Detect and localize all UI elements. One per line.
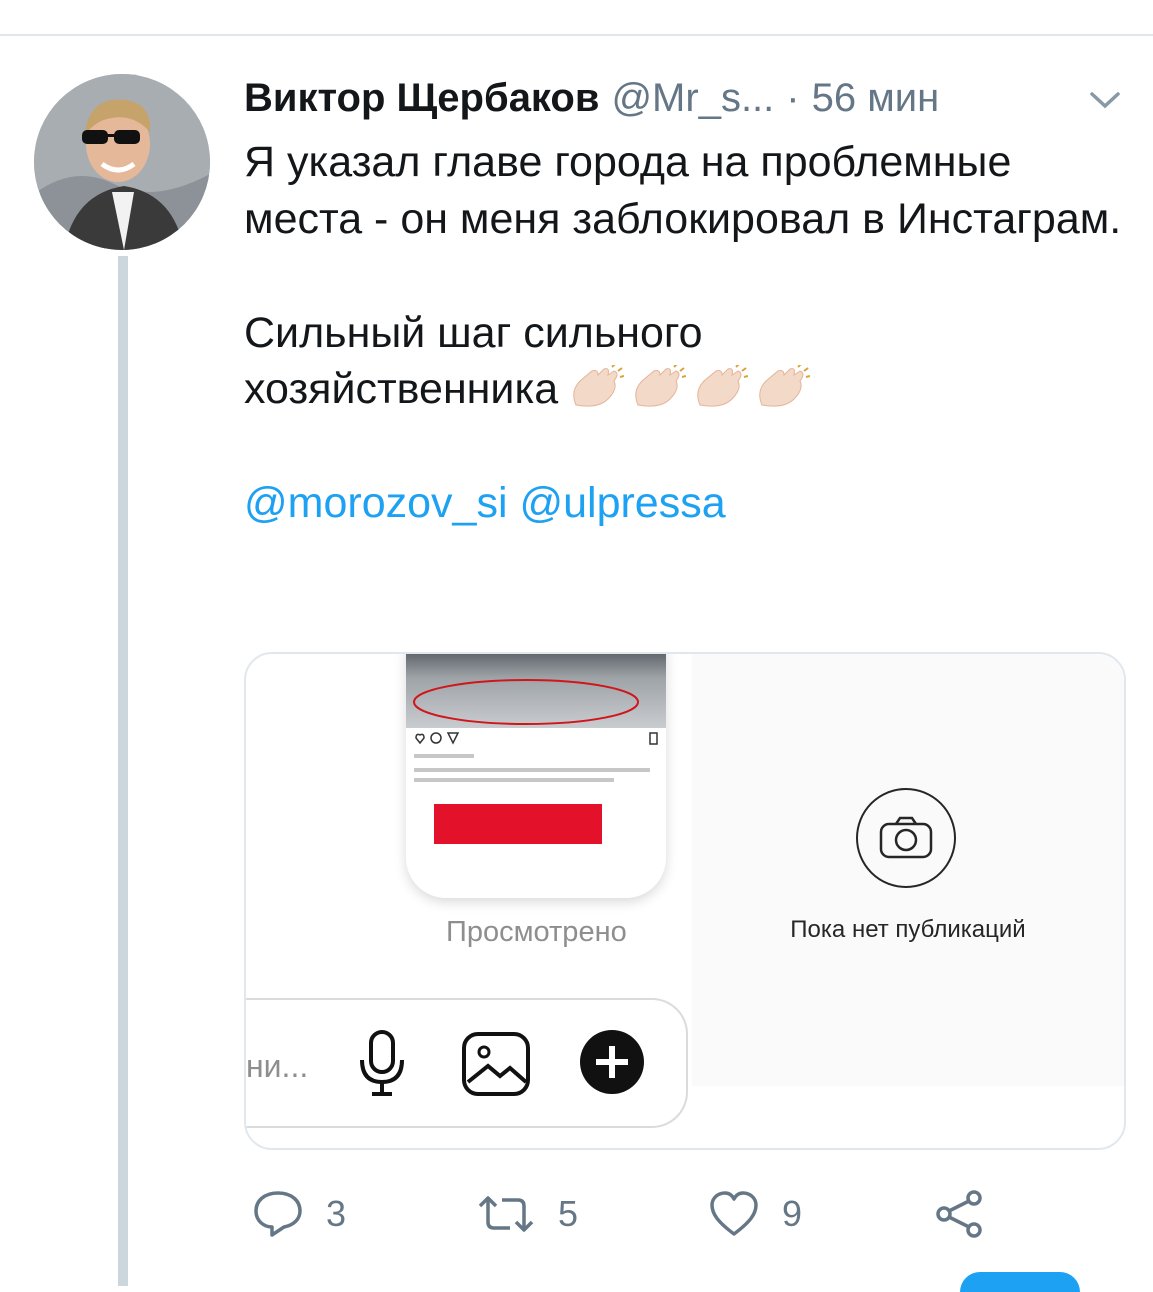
retweet-count: 5 <box>558 1193 579 1234</box>
like-count: 9 <box>782 1193 803 1234</box>
highlight-caption <box>434 804 602 844</box>
seen-label: Просмотрено <box>446 916 627 948</box>
tweet-header: Виктор Щербаков @Mr_s... · 56 мин <box>244 72 939 124</box>
microphone-icon <box>360 1030 404 1096</box>
tweet-paragraph: Сильный шаг сильного хозяйственника <box>244 305 1134 419</box>
camera-icon <box>856 788 956 888</box>
emoji-group <box>568 365 811 409</box>
tweet-line: Сильный шаг сильного <box>244 308 703 357</box>
retweet-icon <box>478 1196 534 1232</box>
avatar[interactable] <box>34 74 210 250</box>
clapping-hands-icon <box>697 365 749 407</box>
retweet-button[interactable]: 5 <box>476 1182 578 1246</box>
thread-line <box>118 256 128 1286</box>
mentions-link[interactable]: @morozov_si @ulpressa <box>244 475 1134 532</box>
top-divider <box>0 34 1153 36</box>
post-action-icons <box>415 732 658 745</box>
clapping-hands-icon <box>573 365 625 407</box>
rink-photo <box>406 654 666 728</box>
heart-icon <box>710 1191 758 1236</box>
story-preview <box>406 654 666 898</box>
no-posts-label: Пока нет публикаций <box>790 916 1026 943</box>
clapping-hands-icon <box>635 365 687 407</box>
chevron-down-icon[interactable] <box>1086 86 1124 114</box>
author-handle[interactable]: @Mr_s... <box>611 76 774 121</box>
tweet-paragraph: Я указал главе города на проблемные мест… <box>244 138 1122 243</box>
clapping-hands-icon <box>759 365 811 407</box>
tweet-actions: 3 5 9 <box>244 1182 1144 1246</box>
message-composer: ни... <box>246 998 688 1128</box>
tweet-line: хозяйственника <box>244 365 559 414</box>
share-icon <box>936 1190 982 1238</box>
attached-image[interactable]: Просмотрено ни... Пока нет публикаций <box>244 652 1126 1150</box>
share-button[interactable] <box>934 1182 1008 1246</box>
reply-button[interactable]: 3 <box>252 1182 346 1246</box>
profile-empty-panel: Пока нет публикаций <box>692 654 1124 1086</box>
add-circle-icon <box>580 1030 644 1094</box>
author-name[interactable]: Виктор Щербаков <box>244 76 599 121</box>
reply-count: 3 <box>326 1193 347 1234</box>
compose-fab[interactable] <box>960 1272 1080 1292</box>
tweet-time[interactable]: 56 мин <box>812 76 940 121</box>
image-icon <box>462 1032 530 1096</box>
like-button[interactable]: 9 <box>708 1182 802 1246</box>
reply-icon <box>254 1191 302 1237</box>
tweet-text: Я указал главе города на проблемные мест… <box>244 134 1134 532</box>
separator-dot: · <box>786 75 800 120</box>
message-input: ни... <box>246 1048 309 1084</box>
